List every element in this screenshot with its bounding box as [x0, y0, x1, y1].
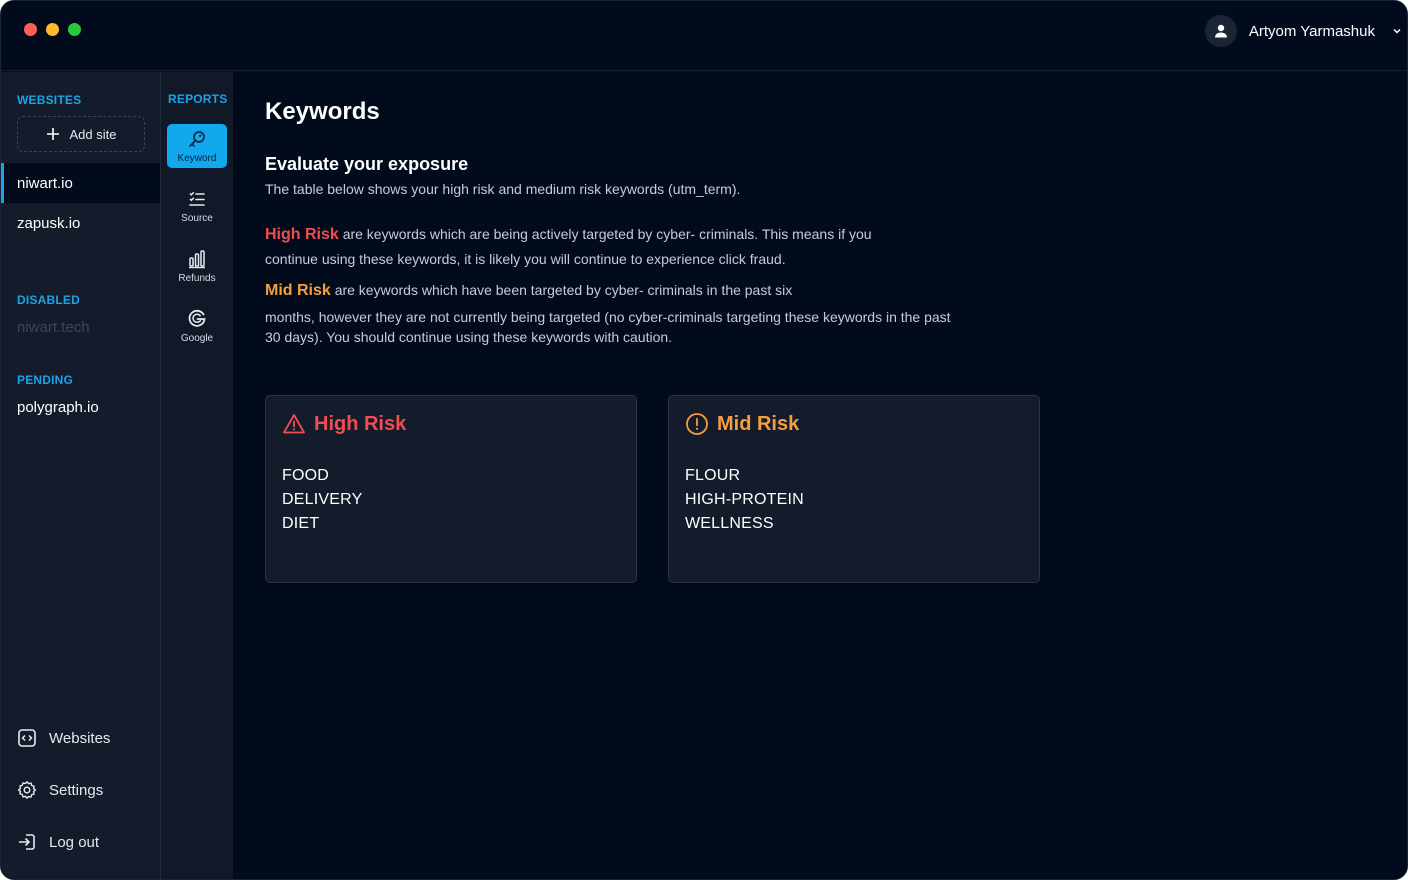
sidebar-item-label: zapusk.io — [17, 214, 81, 232]
info-circle-icon — [686, 413, 708, 435]
bar-chart-icon — [189, 249, 205, 268]
main-content: Keywords Evaluate your exposure The tabl… — [233, 72, 1407, 879]
app-window: Artyom Yarmashuk WEBSITES Add site niwar… — [0, 0, 1408, 880]
chevron-down-icon[interactable] — [1389, 23, 1405, 39]
warning-icon — [283, 414, 305, 434]
high-risk-card: High Risk FOOD DELIVERY DIET — [265, 395, 637, 583]
gear-icon — [17, 781, 37, 799]
sidebar-item-polygraph-io[interactable]: polygraph.io — [1, 387, 160, 427]
add-site-button[interactable]: Add site — [17, 116, 145, 152]
websites-icon — [18, 729, 36, 747]
sidebar-item-niwart-tech[interactable]: niwart.tech — [1, 307, 160, 347]
mid-risk-text-1: are keywords which have been targeted by… — [334, 282, 793, 298]
report-tab-label: Refunds — [178, 272, 216, 284]
key-icon — [189, 130, 205, 147]
report-tab-refunds[interactable]: Refunds — [167, 244, 227, 288]
nav-websites[interactable]: Websites — [17, 728, 110, 748]
add-site-label: Add site — [69, 126, 117, 142]
reports-rail: REPORTS Keyword Source Refunds Google — [161, 72, 233, 879]
high-risk-card-title: High Risk — [314, 412, 407, 435]
section-subtitle: Evaluate your exposure — [265, 154, 469, 174]
report-tab-label: Google — [180, 332, 214, 344]
list-item: DELIVERY — [282, 491, 363, 508]
mid-risk-description: Mid Risk are keywords which have been ta… — [265, 278, 1045, 347]
sidebar-item-zapusk-io[interactable]: zapusk.io — [1, 203, 160, 243]
close-window-button[interactable] — [24, 23, 37, 36]
mid-risk-term: Mid Risk — [265, 282, 331, 299]
maximize-window-button[interactable] — [68, 23, 81, 36]
disabled-section-title: DISABLED — [17, 293, 80, 307]
minimize-window-button[interactable] — [46, 23, 59, 36]
high-risk-card-header: High Risk — [282, 412, 406, 436]
high-risk-keyword-list: FOOD DELIVERY DIET — [282, 464, 362, 536]
nav-logout[interactable]: Log out — [17, 832, 99, 852]
websites-section-title: WEBSITES — [17, 93, 82, 107]
user-name: Artyom Yarmashuk — [1248, 22, 1375, 40]
mid-risk-card-title: Mid Risk — [717, 412, 800, 435]
report-tab-keyword[interactable]: Keyword — [167, 124, 227, 168]
mid-risk-card: Mid Risk FLOUR HIGH-PROTEIN WELLNESS — [668, 395, 1040, 583]
title-bar: Artyom Yarmashuk — [1, 1, 1407, 71]
plus-icon — [46, 128, 59, 140]
window-controls — [24, 23, 81, 36]
google-icon — [188, 309, 206, 327]
nav-websites-label: Websites — [49, 729, 111, 747]
reports-title: REPORTS — [168, 92, 228, 106]
report-tab-label: Keyword — [177, 152, 217, 164]
list-item: FOOD — [282, 467, 330, 484]
list-item: WELLNESS — [685, 515, 774, 532]
mid-risk-keyword-list: FLOUR HIGH-PROTEIN WELLNESS — [685, 464, 804, 536]
pending-section-title: PENDING — [17, 373, 74, 387]
avatar — [1204, 15, 1237, 47]
mid-risk-card-header: Mid Risk — [685, 412, 799, 436]
list-icon — [189, 191, 205, 206]
nav-settings-label: Settings — [49, 781, 104, 799]
nav-logout-label: Log out — [49, 833, 100, 851]
mid-risk-text-2: months, however they are not currently b… — [265, 309, 951, 325]
list-item: DIET — [282, 515, 320, 532]
sidebar-item-niwart-io[interactable]: niwart.io — [1, 163, 160, 203]
list-item: HIGH-PROTEIN — [685, 491, 804, 508]
report-tab-source[interactable]: Source — [167, 184, 227, 228]
intro-text: The table below shows your high risk and… — [265, 181, 741, 197]
user-icon — [1214, 24, 1227, 38]
sidebar: WEBSITES Add site niwart.io zapusk.io DI… — [1, 72, 161, 879]
sidebar-item-label: polygraph.io — [17, 398, 99, 416]
report-tab-label: Source — [181, 212, 213, 224]
high-risk-term: High Risk — [265, 226, 339, 243]
user-menu[interactable]: Artyom Yarmashuk — [1204, 15, 1407, 47]
sidebar-item-label: niwart.io — [17, 174, 73, 192]
high-risk-text-1: are keywords which are being actively ta… — [342, 226, 872, 242]
high-risk-text-2: continue using these keywords, it is lik… — [265, 251, 786, 267]
report-tab-google[interactable]: Google — [167, 304, 227, 348]
nav-settings[interactable]: Settings — [17, 780, 103, 800]
logout-icon — [19, 834, 35, 850]
list-item: FLOUR — [685, 467, 741, 484]
mid-risk-text-3: 30 days). You should continue using thes… — [265, 329, 673, 345]
sidebar-item-label: niwart.tech — [17, 318, 90, 336]
page-title: Keywords — [265, 98, 380, 125]
high-risk-description: High Risk are keywords which are being a… — [265, 222, 1025, 271]
